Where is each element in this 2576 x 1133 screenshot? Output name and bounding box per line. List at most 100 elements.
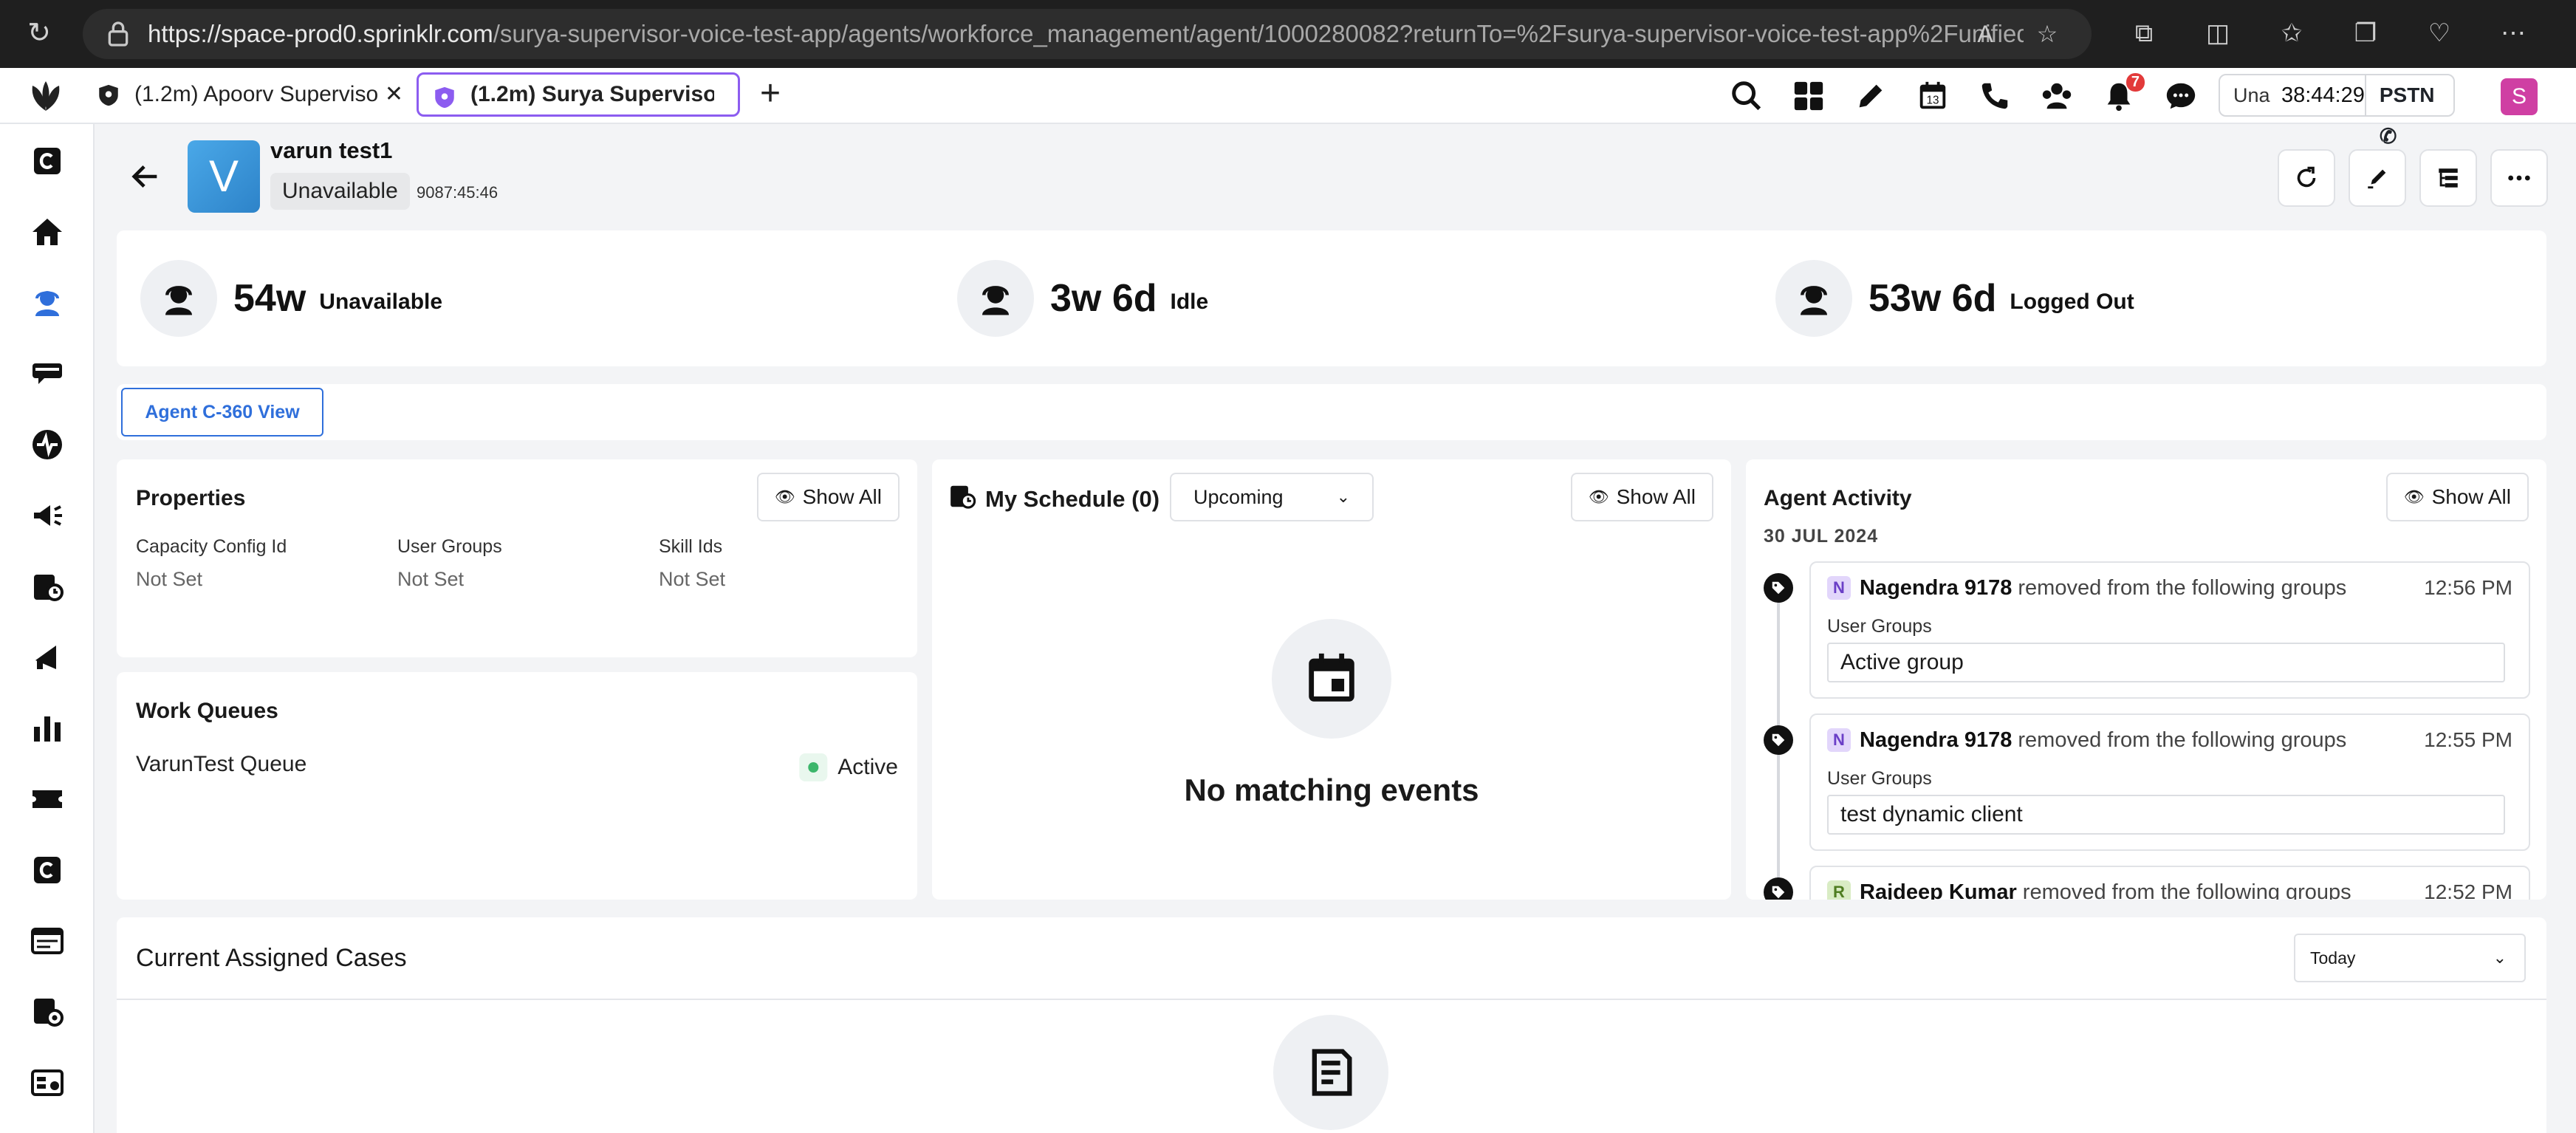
nav-schedule-icon[interactable] [30,569,65,604]
nav-ticket-icon[interactable] [30,781,65,817]
property-user-groups: User Groups Not Set [397,536,502,590]
activity-text: Nagendra 9178 removed from the following… [1860,728,2347,752]
active-status-dot-icon [799,753,828,781]
reload-icon[interactable]: ↻ [22,16,56,50]
team-icon[interactable] [2040,79,2074,113]
stat-value: 53w 6d [1868,277,1997,320]
nav-campaign-icon[interactable] [30,498,65,533]
agent-avatar: V [188,140,260,213]
activity-item: N Nagendra 9178 removed from the followi… [1809,713,2530,851]
eye-icon: 👁 [2403,487,2425,506]
activity-item: R Rajdeep Kumar removed from the followi… [1809,866,2530,900]
chevron-down-icon: ⌄ [1336,487,1350,506]
eye-icon: 👁 [1588,487,1609,506]
agent-headset-icon [165,286,192,315]
work-queues-title: Work Queues [136,699,278,723]
refresh-icon [2297,166,2316,188]
nav-settings-icon[interactable] [30,994,65,1030]
agent-headset-icon [982,286,1009,315]
browser-essentials-icon[interactable]: ♡ [2422,16,2456,50]
nav-care-icon[interactable] [30,852,65,888]
nav-megaphone-icon[interactable] [30,640,65,675]
nav-inbox-icon[interactable] [30,356,65,391]
agent-header: V varun test1 Unavailable 9087:45:46 [95,124,2576,227]
lock-icon [108,21,129,47]
stat-label: Idle [1170,290,1209,314]
divider [117,999,2546,1000]
schedule-title: My Schedule (0) [985,486,1160,512]
nav-home-icon[interactable] [30,214,65,250]
notifications-bell-icon[interactable]: 7 [2102,73,2145,113]
notification-count-badge: 7 [2125,73,2145,92]
properties-card: Properties 👁 Show All Capacity Config Id … [117,459,917,657]
hierarchy-icon [2439,168,2458,188]
tab-apoorv-supervisor[interactable]: (1.2m) Apoorv Supervisor ✕ [83,72,414,117]
activity-title: Agent Activity [1764,486,1912,510]
back-arrow-icon[interactable] [129,160,162,194]
favorite-star-icon[interactable]: ☆ [2032,19,2062,49]
empty-calendar-illustration [1272,619,1391,739]
shield-icon [435,86,454,109]
status-short: Una [2233,83,2270,106]
nav-activity-icon[interactable] [30,427,65,462]
browser-toolbar: ↻ https://space-prod0.sprinklr.com/surya… [0,0,2576,68]
more-options-button[interactable] [2490,149,2548,207]
address-bar[interactable]: https://space-prod0.sprinklr.com/surya-s… [83,9,2092,59]
eye-icon: 👁 [774,487,795,506]
extensions-icon[interactable]: ⧉ [2127,16,2161,50]
copilot-icon[interactable]: ✦ [2570,16,2576,50]
activity-field-label: User Groups [1827,616,1932,637]
work-queue-status: Active [799,753,898,781]
activity-field-label: User Groups [1827,768,1932,789]
agent-status-badge: Unavailable [270,173,410,210]
agent-status-control[interactable]: Una 38:44:29 PSTN ✆ [2219,74,2455,148]
schedule-filter-dropdown[interactable]: Upcoming ⌄ [1170,473,1374,521]
user-avatar[interactable]: S [2501,78,2538,115]
agent-headset-icon [1801,286,1827,315]
sprinklr-logo-icon[interactable] [27,78,65,114]
activity-item: N Nagendra 9178 removed from the followi… [1809,561,2530,699]
close-icon[interactable]: ✕ [385,81,403,107]
favorites-icon[interactable]: ✩ [2275,16,2309,50]
more-menu-icon[interactable]: ⋯ [2496,16,2530,50]
nav-agent-icon[interactable] [30,285,65,321]
stat-unavailable: 54w Unavailable [140,260,442,337]
phone-icon[interactable] [1978,79,2012,113]
calendar-icon [1309,653,1354,702]
schedule-show-all-button[interactable]: 👁 Show All [1570,473,1713,521]
activity-text: Nagendra 9178 removed from the following… [1860,576,2347,600]
activity-show-all-button[interactable]: 👁 Show All [2385,473,2529,521]
svg-text:13: 13 [1926,95,1939,107]
activity-field-value: Active group [1827,643,2505,682]
cases-date-filter-dropdown[interactable]: Today ⌄ [2294,934,2526,982]
apps-grid-icon[interactable] [1792,79,1826,113]
activity-time: 12:56 PM [2424,576,2512,599]
collections-icon[interactable]: ❐ [2349,16,2383,50]
calendar-icon[interactable]: 13 [1916,79,1950,113]
nav-c-icon[interactable] [30,143,65,179]
document-list-icon [1312,1049,1352,1096]
nav-dashboard-icon[interactable] [30,1065,65,1101]
more-options-icon [2508,175,2530,181]
refresh-button[interactable] [2278,149,2335,207]
properties-title: Properties [136,486,246,510]
chat-icon[interactable] [2164,79,2198,113]
chevron-down-icon: ⌄ [2493,948,2507,967]
agent-c360-view-button[interactable]: Agent C-360 View [121,388,323,437]
empty-cases-illustration [1273,1015,1388,1130]
tab-surya-supervisor[interactable]: (1.2m) Surya Supervisor [417,72,740,117]
channel-selector[interactable]: PSTN ✆ [2364,75,2453,148]
properties-show-all-button[interactable]: 👁 Show All [756,473,900,521]
status-timer: 38:44:29 [2281,83,2365,107]
read-aloud-icon[interactable]: A [1970,19,2000,49]
split-screen-icon[interactable]: ◫ [2201,16,2235,50]
nav-browser-icon[interactable] [30,923,65,959]
edit-button[interactable] [2349,149,2406,207]
edit-pencil-icon[interactable] [1854,79,1888,113]
tab-label: (1.2m) Surya Supervisor [470,82,714,106]
add-tab-button[interactable]: + [750,75,790,115]
hierarchy-button[interactable] [2419,149,2477,207]
nav-reports-icon[interactable] [30,711,65,746]
search-icon[interactable] [1730,79,1764,113]
assigned-cases-card: Current Assigned Cases Today ⌄ [117,917,2546,1133]
